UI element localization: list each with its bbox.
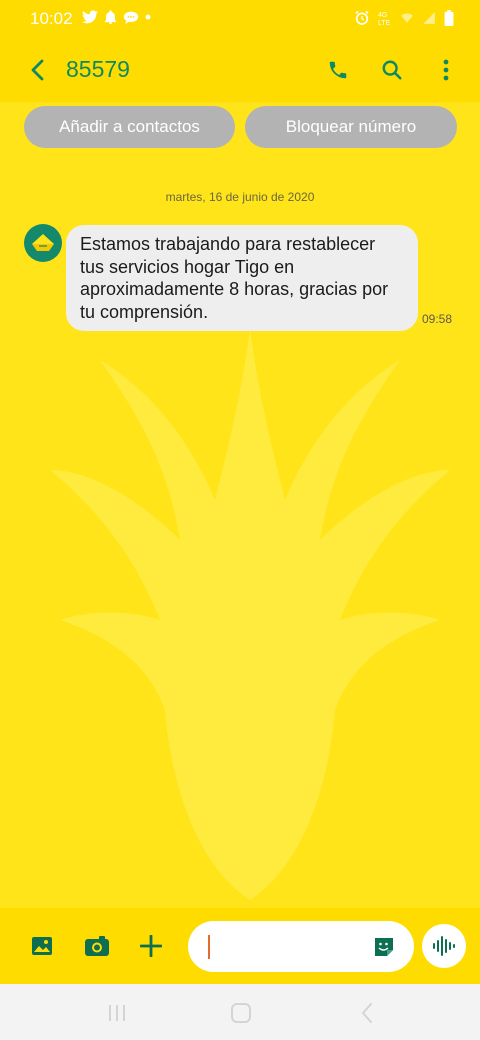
gallery-icon [32,937,52,955]
voice-record-button[interactable] [422,924,466,968]
battery-icon [444,10,454,26]
camera-button[interactable] [81,930,113,962]
text-cursor [208,935,210,959]
bell-icon [104,10,117,24]
back-icon [361,1003,372,1023]
add-icon [140,935,162,957]
app-bar: 85579 [0,38,480,102]
contact-title: 85579 [66,56,130,82]
gallery-button[interactable] [26,930,58,962]
system-nav-bar [0,984,480,1040]
alarm-icon [355,10,369,25]
message-bubble[interactable]: Estamos trabajando para restablecer tus … [66,225,418,331]
home-button[interactable] [226,998,256,1028]
sticker-button[interactable] [370,933,398,961]
block-number-button[interactable]: Bloquear número [245,106,457,148]
more-options-button[interactable] [430,54,462,86]
compose-box[interactable] [188,921,414,972]
recent-apps-icon [109,1005,125,1021]
message-input[interactable] [204,929,364,964]
status-bar: 10:02 4G LTE [0,0,480,38]
nav-back-button[interactable] [352,998,382,1028]
signal-icon [423,12,435,24]
sender-avatar[interactable] [24,224,62,262]
more-vert-icon [443,59,449,81]
pineapple-watermark [50,330,450,900]
search-icon [382,60,402,80]
home-icon [231,1003,251,1023]
twitter-icon [82,10,98,24]
phone-icon [329,61,347,79]
chat-icon [123,11,139,24]
date-separator: martes, 16 de junio de 2020 [165,190,315,204]
input-bar [0,908,480,984]
voice-wave-icon [433,936,455,956]
chevron-left-icon [31,59,44,81]
message-time: 09:58 [422,312,453,326]
data-icon: 4G LTE [378,12,391,26]
recent-apps-button[interactable] [102,998,132,1028]
add-contact-button[interactable]: Añadir a contactos [24,106,235,148]
status-time: 10:02 [30,9,73,28]
svg-text:4G: 4G [378,12,387,19]
messages-screen: 10:02 4G LTE 85579 Añadir a contactos Bl… [0,0,480,1040]
svg-text:LTE: LTE [378,20,391,26]
wifi-icon [401,13,413,23]
dot-icon [145,14,151,20]
search-button[interactable] [376,54,408,86]
add-attachment-button[interactable] [135,930,167,962]
back-button[interactable] [22,54,54,86]
sticker-icon [375,938,393,956]
tigo-logo-icon [32,234,54,251]
camera-icon [85,936,109,956]
call-button[interactable] [322,54,354,86]
